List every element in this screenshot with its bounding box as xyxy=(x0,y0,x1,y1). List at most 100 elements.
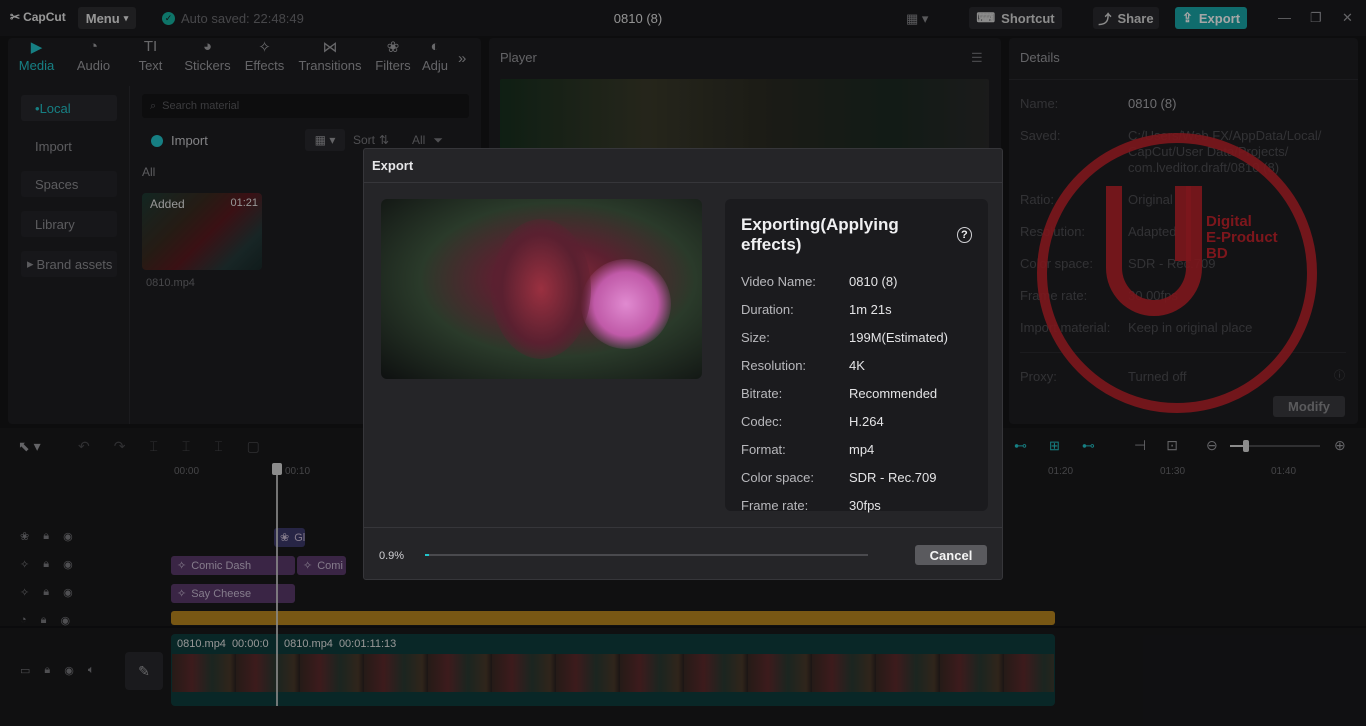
layout-icon[interactable]: ▦ ▾ xyxy=(906,11,928,27)
playhead-handle[interactable] xyxy=(272,463,282,475)
row-value: Recommended xyxy=(849,385,938,401)
sidebar-item-label: Local xyxy=(39,100,71,116)
export-row-duration: Duration: 1m 21s xyxy=(741,295,972,323)
export-row-frame-rate: Frame rate: 30fps xyxy=(741,491,972,519)
zoom-in-icon[interactable]: ⊕ xyxy=(1334,437,1346,454)
timeline-effect-clip[interactable]: ❀ Gl xyxy=(274,528,305,547)
row-value: 30fps xyxy=(849,497,881,513)
zoom-slider-handle[interactable] xyxy=(1243,440,1249,452)
sidebar-item-label: Brand assets xyxy=(36,256,113,272)
filters-icon: ❀ xyxy=(386,39,400,56)
text-icon: TI xyxy=(143,38,158,55)
import-button[interactable]: Import xyxy=(151,133,208,148)
sidebar-item-spaces[interactable]: Spaces xyxy=(21,171,117,197)
project-title: 0810 (8) xyxy=(613,11,663,26)
minimize-icon[interactable]: — xyxy=(1278,10,1291,25)
player-video-frame[interactable] xyxy=(500,79,989,149)
ruler-tick: 01:30 xyxy=(1160,466,1186,477)
zoom-out-icon[interactable]: ⊖ xyxy=(1206,437,1218,454)
more-tabs-icon[interactable]: » xyxy=(458,50,466,67)
cancel-button[interactable]: Cancel xyxy=(915,545,987,565)
share-button[interactable]: ⤴ Share xyxy=(1093,7,1159,29)
detail-row-name: Name: 0810 (8) xyxy=(1020,96,1176,111)
export-row-video-name: Video Name: 0810 (8) xyxy=(741,267,972,295)
search-input[interactable]: ⌕ Search material xyxy=(142,94,469,118)
modify-button[interactable]: Modify xyxy=(1273,396,1345,417)
lock-icon[interactable]: 🔒︎ xyxy=(43,558,49,571)
eye-icon[interactable]: ◉ xyxy=(64,664,74,677)
section-label: All xyxy=(142,165,156,179)
shortcut-button[interactable]: ⌨ Shortcut xyxy=(969,7,1062,29)
effects-icon: ✧ xyxy=(177,560,187,572)
track-controls: ✧ 🔒︎ ◉ xyxy=(20,586,73,599)
video-clip-1-label: 0810.mp4 00:00:0 xyxy=(177,638,269,650)
volume-icon[interactable]: 🔈︎ xyxy=(88,664,95,677)
tab-stickers[interactable]: ◕ Stickers xyxy=(179,38,236,73)
media-icon: ▶ xyxy=(30,39,43,56)
pencil-icon: ✎ xyxy=(138,662,150,679)
search-placeholder: Search material xyxy=(162,100,240,112)
tab-media[interactable]: ▶ Media xyxy=(8,38,65,73)
sidebar-item-library[interactable]: Library xyxy=(21,211,117,237)
keyboard-icon: ⌨ xyxy=(976,10,996,25)
tab-effects[interactable]: ✧ Effects xyxy=(236,38,293,73)
search-icon: ⌕ xyxy=(150,99,157,112)
filter-icon: ⏷ xyxy=(433,132,443,147)
track-controls: ✧ 🔒︎ ◉ xyxy=(20,558,73,571)
watermark-logo-icon xyxy=(1175,186,1191,261)
progress-fill xyxy=(425,554,429,556)
cover-edit-button[interactable]: ✎ xyxy=(125,652,163,690)
sidebar-item-local[interactable]: • Local xyxy=(21,95,117,121)
detail-value: 0810 (8) xyxy=(1128,96,1177,111)
export-preview-frame xyxy=(381,199,702,379)
detail-key: Name: xyxy=(1020,96,1059,111)
video-track-icon: ▭ xyxy=(20,665,31,677)
export-dialog: Export Exporting(Applying effects)? Vide… xyxy=(363,148,1003,580)
filters-icon: ❀ xyxy=(20,531,30,543)
lock-icon[interactable]: 🔒︎ xyxy=(44,664,50,677)
tab-label: Adju xyxy=(421,58,449,73)
row-value: mp4 xyxy=(849,441,875,457)
video-filmstrip xyxy=(172,654,1054,692)
row-key: Duration: xyxy=(741,301,794,317)
export-button[interactable]: ⇪ Export xyxy=(1175,7,1247,29)
info-icon[interactable]: ⓘ xyxy=(1334,367,1345,383)
clip-label: Say Cheese xyxy=(191,587,252,600)
row-key: Resolution: xyxy=(741,357,807,373)
zoom-slider[interactable] xyxy=(1230,440,1320,452)
tab-adjust[interactable]: ◐ Adju xyxy=(419,38,451,73)
eye-icon[interactable]: ◉ xyxy=(63,530,73,543)
tab-filters[interactable]: ❀ Filters xyxy=(367,38,419,73)
tab-transitions[interactable]: ⋈ Transitions xyxy=(293,38,367,73)
tab-label: Media xyxy=(18,58,55,73)
adjust-icon: ◐ xyxy=(430,38,440,55)
view-mode-button[interactable]: ▦ ▾ xyxy=(305,129,345,151)
close-icon[interactable]: ✕ xyxy=(1342,10,1353,26)
clip-duration: 01:21 xyxy=(230,197,258,209)
sidebar-item-import[interactable]: Import xyxy=(21,133,117,159)
tab-audio[interactable]: ◔ Audio xyxy=(65,38,122,73)
maximize-icon[interactable]: ❐ xyxy=(1310,10,1322,26)
filter-label: All xyxy=(412,133,426,147)
select-tool-icon[interactable]: ⬉ ▾ xyxy=(18,438,41,455)
timeline-adjustment-clip[interactable] xyxy=(171,611,1055,625)
row-value: SDR - Rec.709 xyxy=(849,469,937,485)
split-tools-icon[interactable]: ⊣⊡ xyxy=(1134,437,1198,454)
playhead[interactable] xyxy=(276,466,278,706)
tab-label: Audio xyxy=(76,58,111,73)
player-menu-icon[interactable]: ☰ xyxy=(971,50,983,66)
lock-icon[interactable]: 🔒︎ xyxy=(43,586,49,599)
details-divider xyxy=(1009,79,1358,80)
sidebar-item-brand-assets[interactable]: ▸ Brand assets xyxy=(21,251,117,277)
snap-tools-icon[interactable]: ⊷⊞⊷ xyxy=(1014,438,1117,454)
timeline-comic-clip[interactable]: ✧ Comi xyxy=(297,556,346,575)
export-row-size: Size: 199M(Estimated) xyxy=(741,323,972,351)
lock-icon[interactable]: 🔒︎ xyxy=(43,530,49,543)
eye-icon[interactable]: ◉ xyxy=(63,558,73,571)
tab-text[interactable]: TI Text xyxy=(122,38,179,73)
clip-time: 00:00:0 xyxy=(231,638,269,650)
row-value: 1m 21s xyxy=(849,301,892,317)
help-icon[interactable]: ? xyxy=(956,227,972,243)
media-clip-thumbnail[interactable]: Added 01:21 xyxy=(142,193,262,270)
eye-icon[interactable]: ◉ xyxy=(63,586,73,599)
